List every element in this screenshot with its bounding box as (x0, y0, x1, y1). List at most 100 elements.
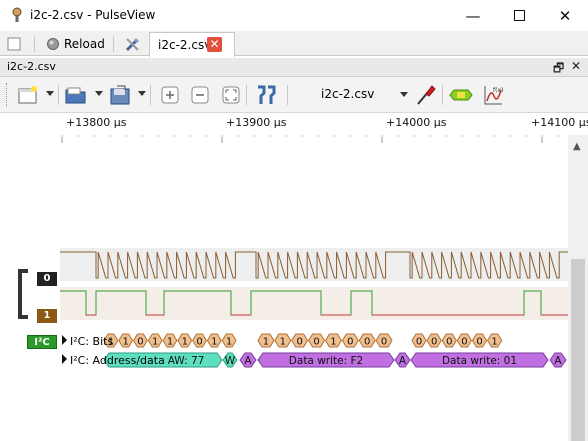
open-button[interactable] (64, 83, 88, 107)
toolbar-grip (6, 83, 8, 107)
bits-row-label: I²C: Bits (70, 335, 114, 348)
channel-1-label[interactable]: 1 (37, 309, 57, 323)
decoder-i2c-badge[interactable]: I²C (27, 335, 57, 349)
add-decoder-button[interactable] (449, 83, 473, 107)
close-icon[interactable]: ✕ (542, 0, 588, 31)
new-session-button[interactable] (6, 33, 22, 54)
save-disk-icon (110, 85, 130, 105)
expand-addr-row-icon (62, 354, 67, 364)
minimize-icon[interactable]: — (450, 0, 496, 31)
bit-value: 0 (431, 337, 437, 348)
annotation-label: AW: 77 (168, 355, 205, 367)
add-math-signal-button[interactable]: f(x) (481, 83, 505, 107)
reload-button[interactable]: Reload (46, 33, 105, 54)
new-view-icon (18, 86, 37, 104)
bit-value: 1 (167, 337, 173, 348)
zoom-out-icon (191, 86, 209, 104)
bit-value: 0 (196, 337, 202, 348)
bit-value: 0 (416, 337, 422, 348)
session-tab-strip: Reload i2c-2.csv ✕ (0, 31, 588, 57)
maximize-icon[interactable] (496, 0, 542, 31)
bit-value: 1 (152, 337, 158, 348)
zoom-fit-icon (222, 86, 240, 104)
tools-icon (125, 37, 139, 51)
close-tab-icon[interactable]: ✕ (207, 37, 222, 52)
separator (442, 85, 443, 105)
bit-value: 0 (446, 337, 452, 348)
close-dock-icon[interactable]: ✕ (571, 59, 581, 73)
dock-title-bar: i2c-2.csv 🗗 ✕ (0, 58, 588, 77)
bit-value: 0 (297, 337, 303, 348)
annotation-label: A (399, 355, 407, 367)
reload-icon (47, 37, 59, 50)
save-button[interactable] (108, 83, 132, 107)
device-dropdown-icon (400, 92, 408, 97)
expand-bits-row-icon (62, 335, 67, 345)
ruler-label: +13800 µs (66, 116, 127, 129)
separator (287, 85, 288, 105)
tab-label: i2c-2.csv (158, 38, 212, 52)
ruler-label: +13900 µs (226, 116, 287, 129)
main-toolbar: i2c-2.csv f(x) (0, 77, 588, 113)
window-title: i2c-2.csv - PulseView (30, 8, 156, 22)
address-data-row-label: I²C: Address/data (70, 354, 165, 367)
separator (34, 36, 35, 52)
trace-canvas: 1 1 0 1 1 1 0 1 1 1 1 0 0 1 0 0 0 0 0 0 0 0 1AW: 77 W A Data writ… (18, 135, 568, 368)
new-view-button[interactable] (16, 83, 40, 107)
annotation-label: W (225, 355, 236, 367)
bit-value: 1 (280, 337, 286, 348)
separator (246, 85, 247, 105)
scrollbar-thumb[interactable] (571, 259, 585, 441)
configure-device-button[interactable] (414, 83, 438, 107)
settings-button[interactable] (124, 33, 142, 54)
bit-value: 1 (491, 337, 497, 348)
bit-value: 0 (476, 337, 482, 348)
bit-value: 0 (347, 337, 353, 348)
cursors-icon (258, 85, 276, 104)
protocol-decoder-icon (449, 89, 473, 101)
bit-value: 1 (226, 337, 232, 348)
bit-value: 1 (122, 337, 128, 348)
math-function-icon: f(x) (484, 86, 503, 105)
bit-value: 0 (461, 337, 467, 348)
bit-value: 1 (182, 337, 188, 348)
bit-value: 0 (364, 337, 370, 348)
open-dropdown-icon[interactable] (95, 91, 103, 96)
device-select[interactable]: i2c-2.csv (305, 85, 415, 105)
annotation-label: A (244, 355, 252, 367)
bit-value: 1 (211, 337, 217, 348)
tab-i2c-csv[interactable]: i2c-2.csv ✕ (149, 32, 235, 57)
zoom-out-button[interactable] (188, 83, 212, 107)
new-document-icon (7, 37, 21, 50)
probe-icon (417, 85, 436, 105)
scroll-up-icon[interactable]: ▲ (573, 141, 581, 152)
separator (150, 85, 151, 105)
zoom-fit-button[interactable] (219, 83, 243, 107)
bit-value: 1 (330, 337, 336, 348)
ruler-label: +14100 µs (531, 116, 588, 129)
title-bar: i2c-2.csv - PulseView — ✕ (0, 0, 588, 31)
vertical-scrollbar[interactable]: ▲ (568, 135, 588, 441)
trace-view[interactable]: 1 1 0 1 1 1 0 1 1 1 1 0 0 1 0 0 0 0 0 0 0 0 1 AW: 77 W A Data writ… (0, 135, 568, 441)
separator (113, 36, 114, 52)
annotation-label: Data write: 01 (442, 355, 517, 367)
show-cursors-button[interactable] (254, 83, 278, 107)
device-select-label: i2c-2.csv (321, 87, 375, 101)
ruler-label: +14000 µs (386, 116, 447, 129)
channel-0-label[interactable]: 0 (37, 272, 57, 286)
svg-text:f(x): f(x) (493, 87, 503, 94)
zoom-in-button[interactable] (158, 83, 182, 107)
folder-open-icon (65, 87, 86, 104)
new-view-dropdown-icon[interactable] (46, 91, 54, 96)
bit-value: 0 (137, 337, 143, 348)
bit-value: 0 (313, 337, 319, 348)
dock-title: i2c-2.csv (7, 60, 56, 73)
separator (58, 85, 59, 105)
channel-group-bracket (18, 269, 28, 319)
annotation-label: Data write: F2 (289, 355, 363, 367)
bit-value: 1 (263, 337, 269, 348)
pulseview-probe-icon (12, 7, 22, 22)
reload-label: Reload (64, 36, 105, 51)
save-dropdown-icon[interactable] (138, 91, 146, 96)
zoom-in-icon (161, 86, 179, 104)
